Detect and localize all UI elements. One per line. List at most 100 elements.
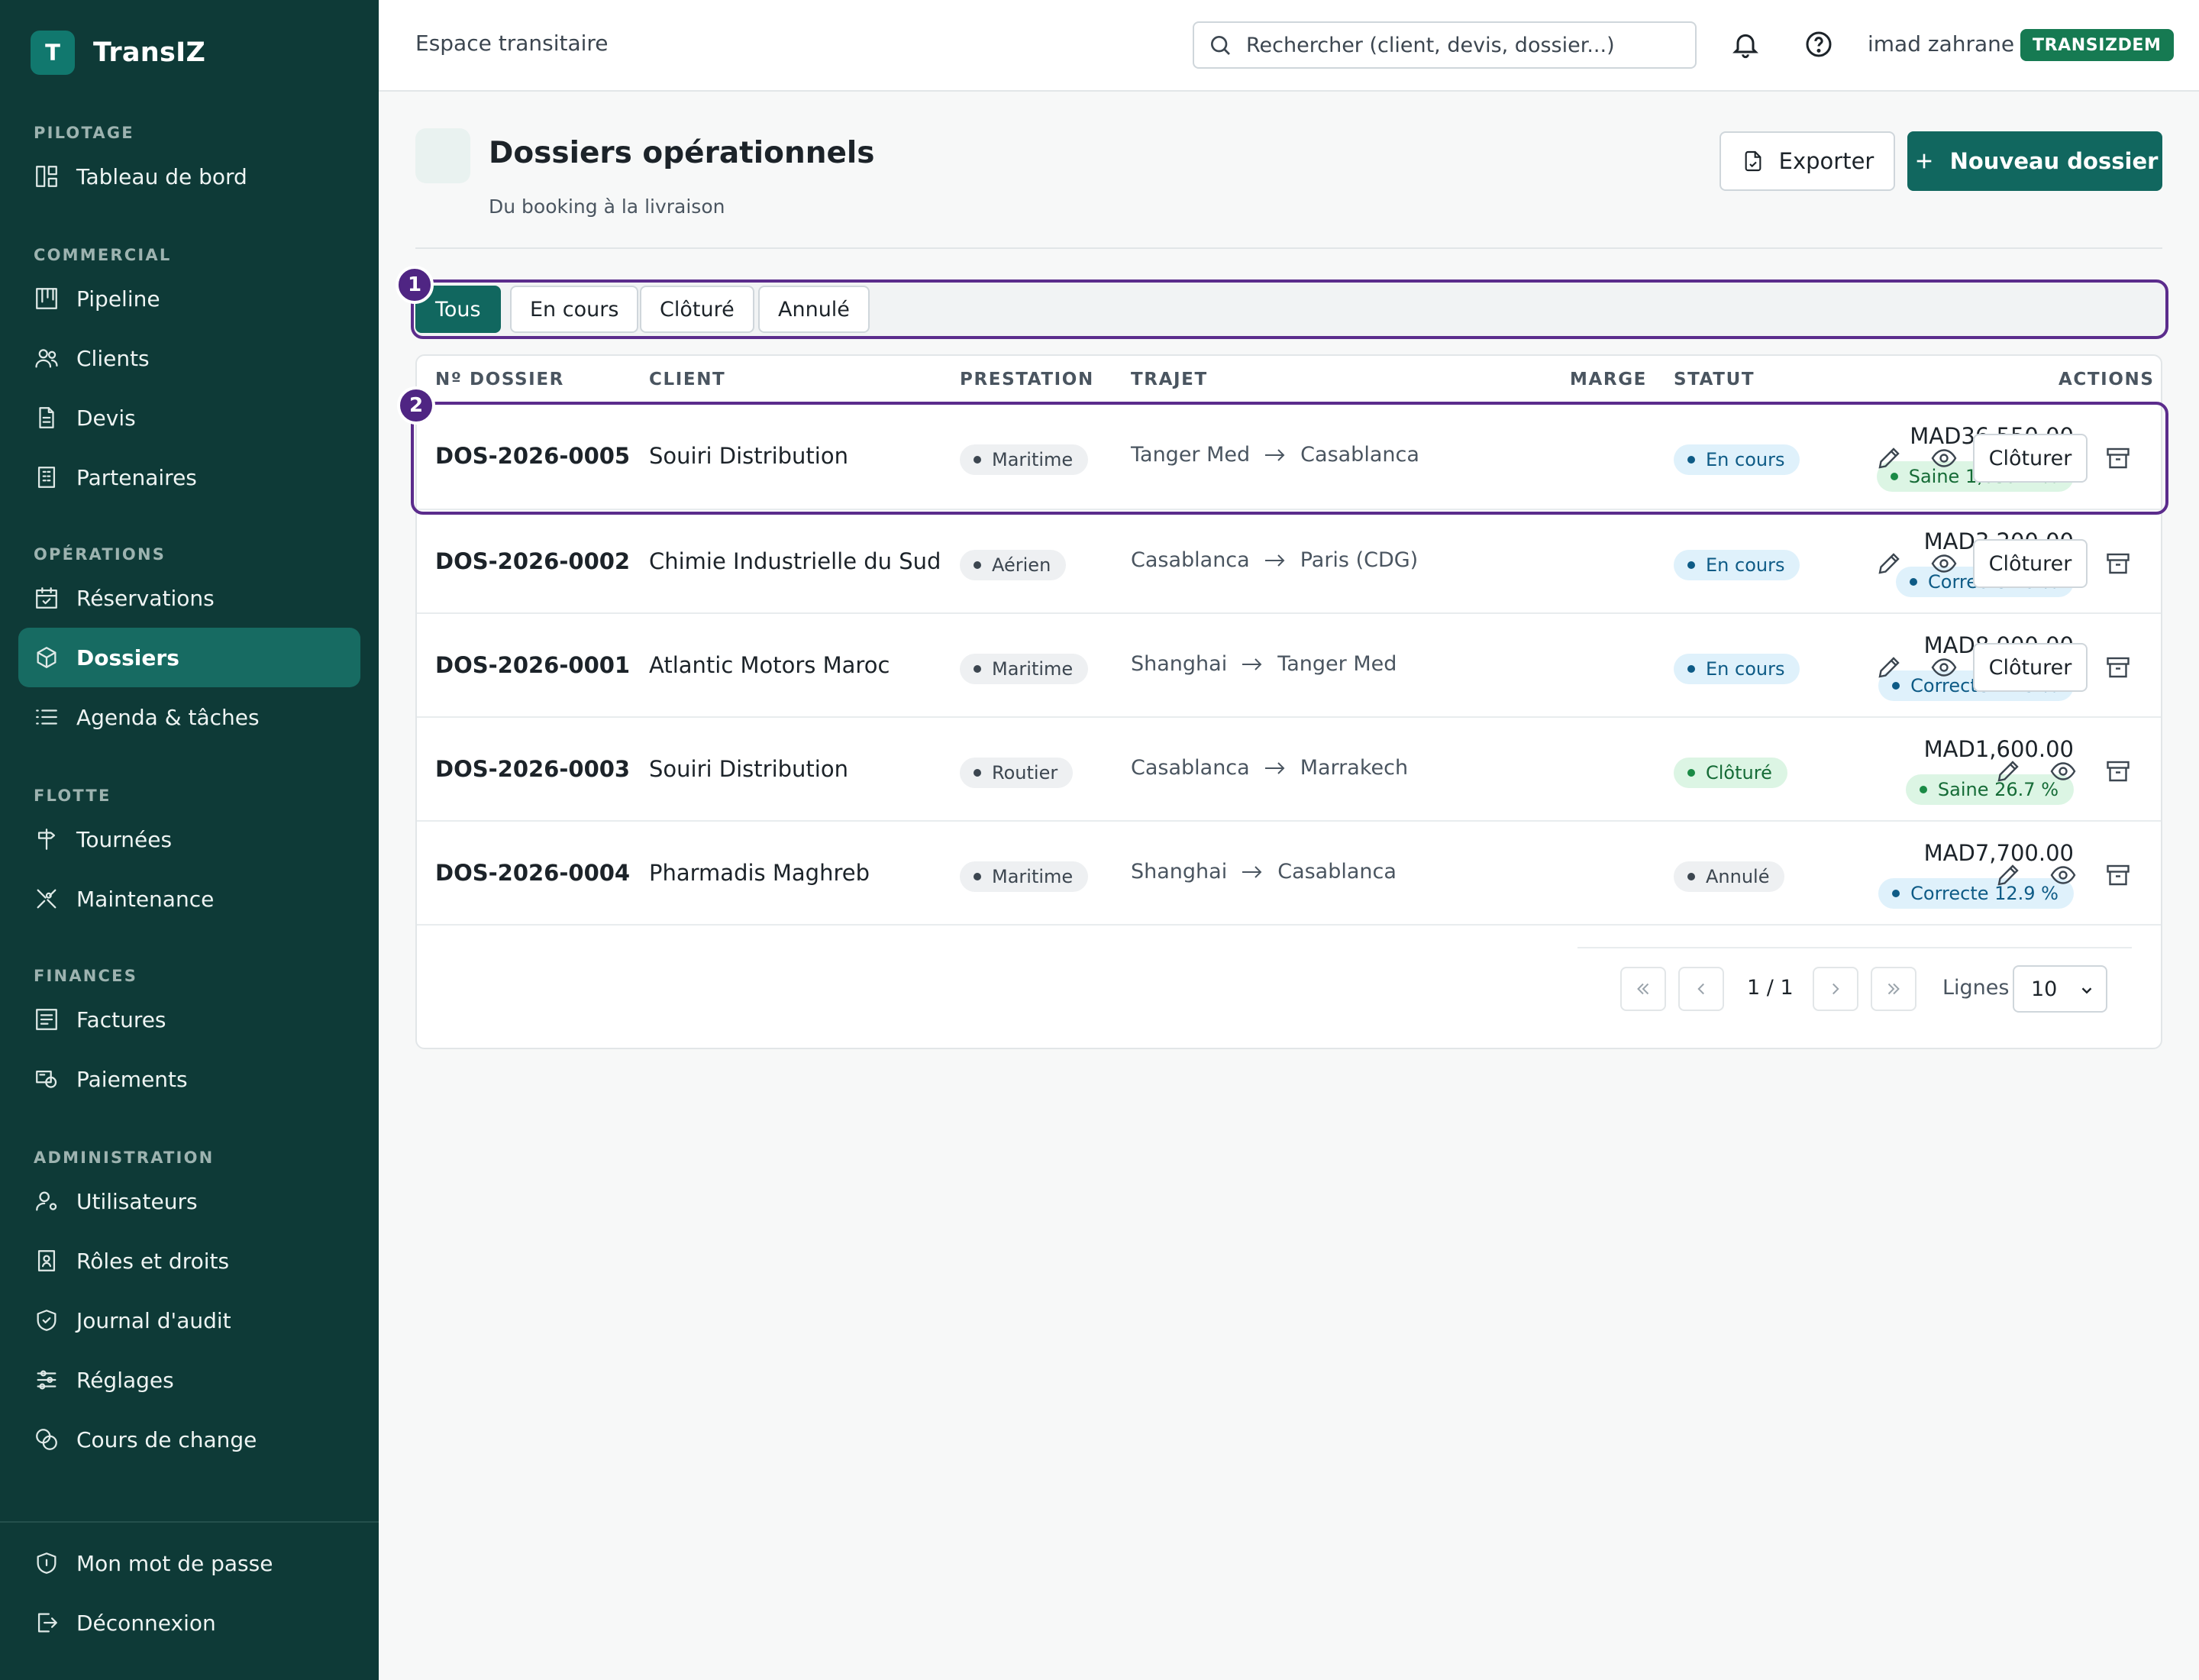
eye-icon[interactable] — [2049, 758, 2077, 785]
sidebar-item-devis[interactable]: Devis — [18, 388, 360, 447]
user-name[interactable]: imad zahrane — [1868, 31, 2014, 57]
table-row[interactable]: DOS-2026-0005 Souiri Distribution Maritime… — [417, 405, 2161, 509]
close-dossier-button[interactable]: Clôturer — [1973, 539, 2088, 588]
status-badge: Clôturé — [1674, 758, 1787, 788]
archive-icon[interactable] — [2104, 550, 2132, 577]
tab-en-cours[interactable]: En cours — [510, 286, 639, 333]
sidebar-item-label: Paiements — [76, 1066, 188, 1092]
dot-icon — [1687, 561, 1695, 569]
sidebar-item-cours-de-change[interactable]: Cours de change — [18, 1410, 360, 1469]
page-title: Dossiers opérationnels — [489, 136, 875, 170]
prev-page-button[interactable] — [1678, 967, 1724, 1011]
sidebar-section-flotte: FLOTTE — [34, 787, 111, 805]
sidebar-item-label: Réglages — [76, 1367, 174, 1393]
column-header-trajet[interactable]: TRAJET — [1131, 370, 1208, 389]
column-header-statut[interactable]: STATUT — [1674, 370, 1755, 389]
sidebar-item-label: Tournées — [76, 826, 173, 852]
sidebar-item-label: Mon mot de passe — [76, 1550, 273, 1576]
breadcrumb: Espace transitaire — [415, 31, 609, 56]
first-page-button[interactable] — [1620, 967, 1666, 1011]
sidebar-item-deconnexion[interactable]: Déconnexion — [18, 1593, 360, 1653]
sidebar-item-agenda-taches[interactable]: Agenda & tâches — [18, 687, 360, 747]
dossier-number[interactable]: DOS-2026-0003 — [435, 756, 630, 782]
brand[interactable]: T TransIZ — [31, 29, 205, 76]
dot-icon — [974, 873, 981, 880]
sidebar-item-roles-et-droits[interactable]: Rôles et droits — [18, 1231, 360, 1291]
edit-icon[interactable] — [1994, 758, 2022, 785]
table-row[interactable]: DOS-2026-0002 Chimie Industrielle du Sud A… — [417, 509, 2161, 612]
status-label: Clôturé — [1706, 762, 1772, 783]
sidebar-item-maintenance[interactable]: Maintenance — [18, 869, 360, 929]
table-row[interactable]: DOS-2026-0004 Pharmadis Maghreb Maritime Sh… — [417, 820, 2161, 924]
sidebar-item-label: Déconnexion — [76, 1610, 216, 1636]
tab-cloture[interactable]: Clôturé — [640, 286, 754, 333]
archive-icon[interactable] — [2104, 758, 2132, 785]
users-icon — [34, 345, 60, 371]
sidebar-item-reglages[interactable]: Réglages — [18, 1350, 360, 1410]
new-dossier-label: Nouveau dossier — [1949, 148, 2159, 174]
dossier-number[interactable]: DOS-2026-0004 — [435, 860, 630, 886]
brand-name: TransIZ — [93, 37, 206, 68]
table-row[interactable]: DOS-2026-0003 Souiri Distribution Routier C… — [417, 716, 2161, 820]
sidebar-item-clients[interactable]: Clients — [18, 328, 360, 388]
archive-icon[interactable] — [2104, 444, 2132, 472]
next-page-button[interactable] — [1813, 967, 1858, 1011]
margin-cell: MAD7,700.00 Correcte 12.9 % — [1219, 822, 2074, 926]
column-header-prestation[interactable]: PRESTATION — [960, 370, 1094, 389]
search-box[interactable] — [1193, 21, 1697, 69]
route-from: Shanghai — [1131, 652, 1228, 676]
edit-icon[interactable] — [1875, 444, 1903, 472]
archive-icon[interactable] — [2104, 654, 2132, 681]
new-dossier-button[interactable]: Nouveau dossier — [1907, 131, 2162, 191]
column-header-dossier[interactable]: Nº DOSSIER — [435, 370, 564, 389]
sidebar-item-tableau-de-bord[interactable]: Tableau de bord — [18, 147, 360, 206]
edit-icon[interactable] — [1875, 550, 1903, 577]
dossier-number[interactable]: DOS-2026-0005 — [435, 443, 630, 469]
sidebar-item-factures[interactable]: Factures — [18, 990, 360, 1049]
status-label: En cours — [1706, 658, 1785, 680]
table-row[interactable]: DOS-2026-0001 Atlantic Motors Maroc Mariti… — [417, 612, 2161, 716]
column-header-client[interactable]: CLIENT — [649, 370, 725, 389]
help-icon[interactable] — [1803, 29, 1834, 60]
pagination-divider — [1577, 947, 2132, 948]
payment-icon — [34, 1066, 60, 1092]
eye-icon[interactable] — [1930, 654, 1958, 681]
edit-icon[interactable] — [1875, 654, 1903, 681]
eye-icon[interactable] — [1930, 444, 1958, 472]
prestation-badge: Maritime — [960, 444, 1089, 475]
sidebar-item-paiements[interactable]: Paiements — [18, 1049, 360, 1109]
prestation-label: Maritime — [992, 866, 1074, 887]
sidebar-item-tournees[interactable]: Tournées — [18, 809, 360, 869]
close-dossier-button[interactable]: Clôturer — [1973, 643, 2088, 692]
page-size-select[interactable]: 10 — [2013, 965, 2107, 1013]
dossier-number[interactable]: DOS-2026-0001 — [435, 652, 630, 678]
search-input[interactable] — [1246, 33, 1674, 57]
page-icon — [415, 128, 470, 183]
sidebar-item-dossiers[interactable]: Dossiers — [18, 628, 360, 687]
sidebar-item-mon-mot-de-passe[interactable]: Mon mot de passe — [18, 1533, 360, 1593]
bell-icon[interactable] — [1730, 29, 1761, 60]
export-button[interactable]: Exporter — [1719, 131, 1895, 191]
close-dossier-button[interactable]: Clôturer — [1973, 434, 2088, 483]
tab-annule[interactable]: Annulé — [758, 286, 870, 333]
eye-icon[interactable] — [2049, 861, 2077, 889]
last-page-button[interactable] — [1871, 967, 1916, 1011]
sidebar-item-label: Partenaires — [76, 464, 197, 490]
chevron-right-icon — [1826, 979, 1845, 999]
dossier-number[interactable]: DOS-2026-0002 — [435, 548, 630, 574]
status-badge: En cours — [1674, 444, 1800, 475]
archive-icon[interactable] — [2104, 861, 2132, 889]
dashboard-icon — [34, 163, 60, 189]
sidebar-item-partenaires[interactable]: Partenaires — [18, 447, 360, 507]
sidebar-item-utilisateurs[interactable]: Utilisateurs — [18, 1171, 360, 1231]
badge-icon — [34, 1248, 60, 1274]
column-header-marge[interactable]: MARGE — [1570, 370, 1647, 389]
sidebar-item-journal-d-audit[interactable]: Journal d'audit — [18, 1291, 360, 1350]
edit-icon[interactable] — [1994, 861, 2022, 889]
dot-icon — [1687, 456, 1695, 464]
sidebar-item-reservations[interactable]: Réservations — [18, 568, 360, 628]
sidebar-item-pipeline[interactable]: Pipeline — [18, 269, 360, 328]
eye-icon[interactable] — [1930, 550, 1958, 577]
sidebar-item-label: Journal d'audit — [76, 1307, 231, 1333]
search-icon — [1208, 33, 1232, 57]
